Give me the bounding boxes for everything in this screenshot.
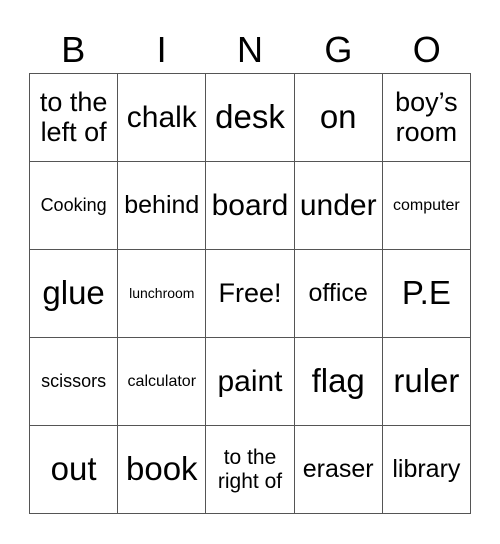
bingo-cell[interactable]: office	[294, 250, 383, 338]
bingo-cell[interactable]: scissors	[30, 338, 119, 426]
bingo-cell[interactable]: eraser	[294, 426, 383, 514]
bingo-cell[interactable]: under	[294, 162, 383, 250]
header-letter-g: G	[324, 29, 353, 70]
header-letter-o: O	[412, 29, 441, 70]
bingo-cell[interactable]: computer	[382, 162, 471, 250]
bingo-cell[interactable]: lunchroom	[118, 250, 207, 338]
header-letter-i: I	[156, 29, 167, 70]
bingo-cell[interactable]: chalk	[118, 74, 207, 162]
bingo-cell[interactable]: to the left of	[30, 74, 119, 162]
free-space-cell[interactable]: Free!	[206, 250, 295, 338]
bingo-cell[interactable]: book	[118, 426, 207, 514]
bingo-cell[interactable]: board	[206, 162, 295, 250]
bingo-cell[interactable]: calculator	[118, 338, 207, 426]
bingo-cell[interactable]: library	[382, 426, 471, 514]
bingo-cell[interactable]: to the right of	[206, 426, 295, 514]
bingo-cell[interactable]: boy’s room	[382, 74, 471, 162]
bingo-cell[interactable]: behind	[118, 162, 207, 250]
bingo-cell[interactable]: Cooking	[30, 162, 119, 250]
bingo-cell[interactable]: ruler	[382, 338, 471, 426]
bingo-card-grid: to the left of chalk desk on boy’s room …	[29, 73, 471, 514]
bingo-cell[interactable]: glue	[30, 250, 119, 338]
bingo-cell[interactable]: flag	[294, 338, 383, 426]
bingo-cell[interactable]: P.E	[382, 250, 471, 338]
header-letter-n: N	[236, 29, 263, 70]
bingo-cell[interactable]: out	[30, 426, 119, 514]
bingo-cell[interactable]: paint	[206, 338, 295, 426]
bingo-cell[interactable]: desk	[206, 74, 295, 162]
bingo-header: B I N G O	[29, 28, 471, 72]
bingo-cell[interactable]: on	[294, 74, 383, 162]
header-letter-b: B	[61, 29, 86, 70]
